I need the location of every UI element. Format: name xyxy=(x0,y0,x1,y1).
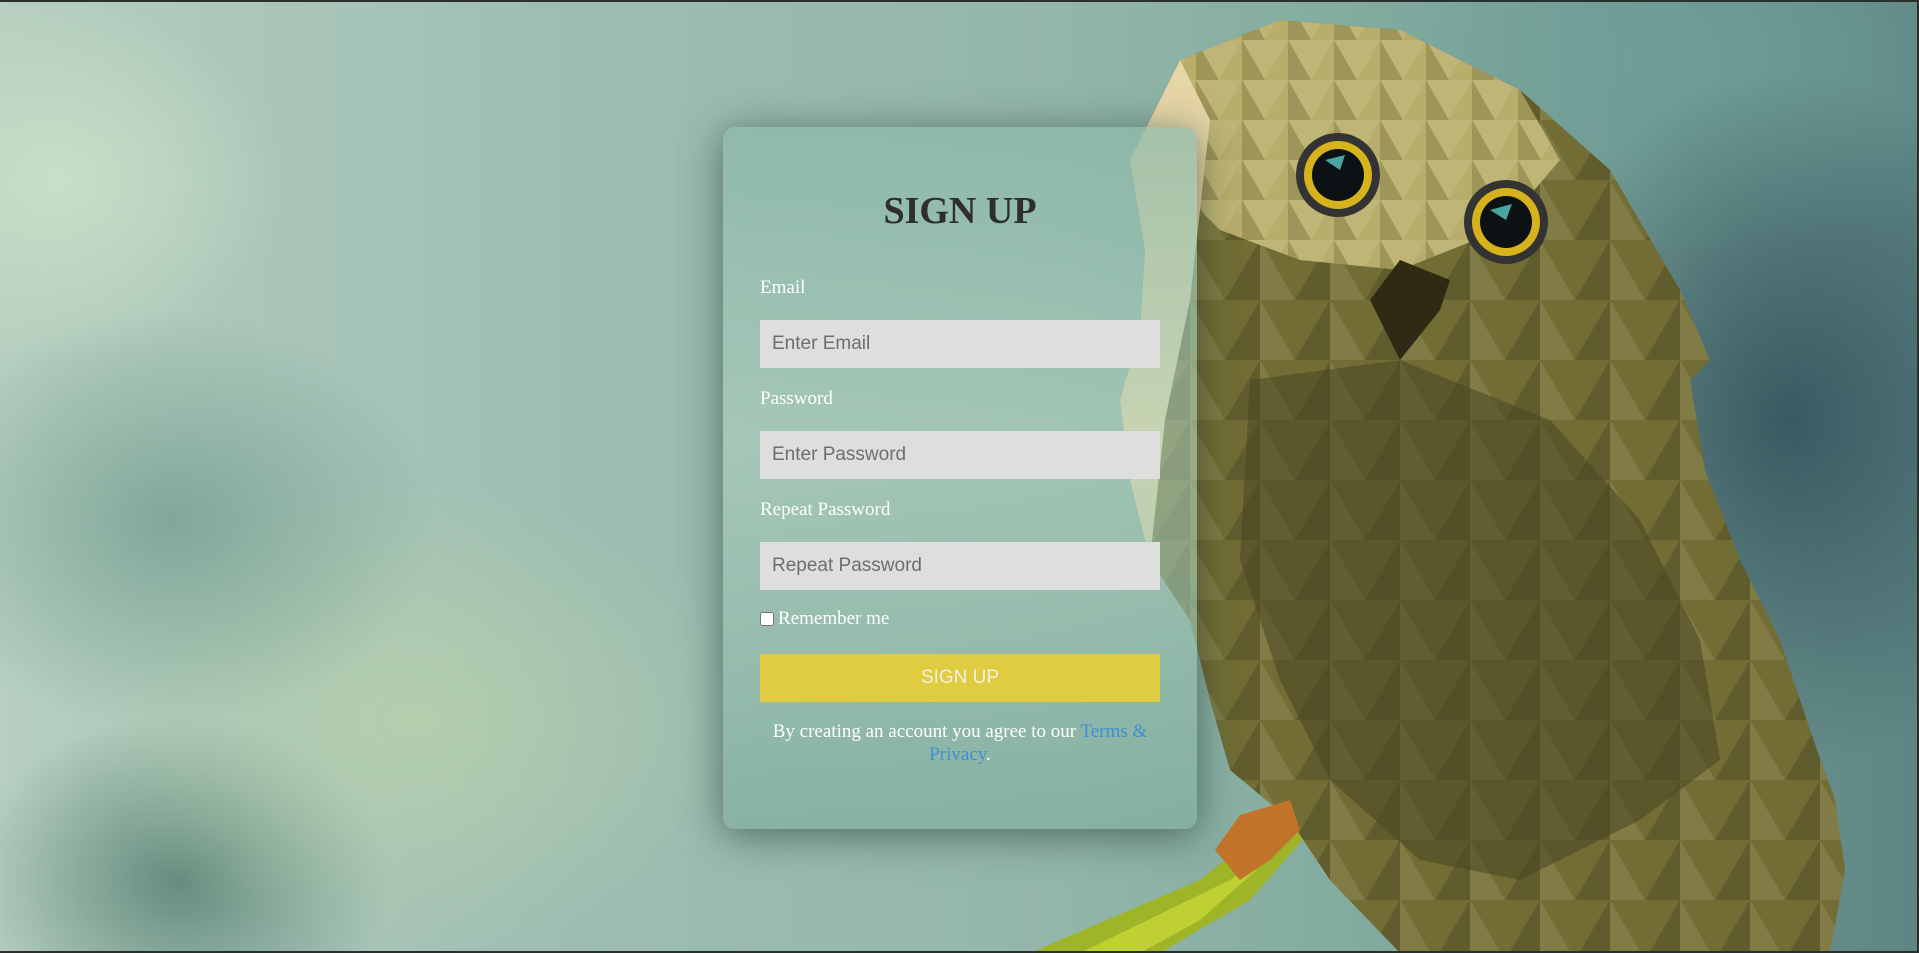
repeat-password-field[interactable] xyxy=(760,542,1160,590)
remember-me-row: Remember me xyxy=(760,608,889,630)
password-label: Password xyxy=(760,388,833,409)
terms-suffix: . xyxy=(986,744,991,765)
terms-text: By creating an account you agree to our … xyxy=(760,720,1160,766)
remember-me-checkbox[interactable] xyxy=(760,612,774,626)
remember-me-label: Remember me xyxy=(778,608,890,629)
signup-card: SIGN UP Email Password Repeat Password R… xyxy=(723,127,1197,829)
terms-prefix: By creating an account you agree to our xyxy=(772,721,1081,742)
page-title: SIGN UP xyxy=(883,190,1037,232)
signup-button[interactable]: SIGN UP xyxy=(760,654,1160,702)
window-top-border xyxy=(0,0,1919,2)
password-field[interactable] xyxy=(760,431,1160,479)
repeat-password-label: Repeat Password xyxy=(760,499,891,520)
email-label: Email xyxy=(760,277,806,298)
email-field[interactable] xyxy=(760,320,1160,368)
